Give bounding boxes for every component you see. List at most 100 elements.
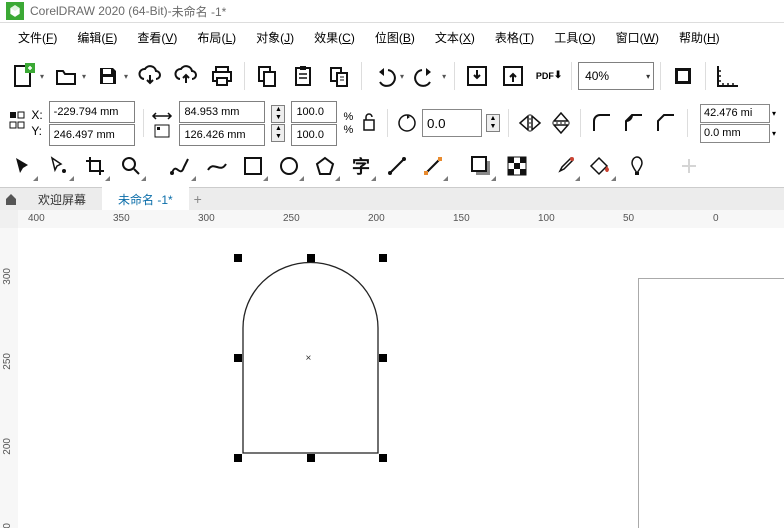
menu-table[interactable]: 表格(T) (485, 26, 544, 49)
zoom-tool[interactable] (114, 149, 148, 183)
undo-button[interactable] (368, 60, 400, 92)
document-tab[interactable]: 未命名 -1* (102, 187, 189, 211)
open-button[interactable] (50, 60, 82, 92)
handle-br[interactable] (379, 454, 387, 462)
scaley-input[interactable] (291, 124, 337, 146)
import-button[interactable] (461, 60, 493, 92)
menu-object[interactable]: 对象(J) (246, 26, 304, 49)
pick-tool[interactable] (6, 149, 40, 183)
rotation-input[interactable] (422, 109, 482, 137)
menu-tools[interactable]: 工具(O) (544, 26, 605, 49)
new-button[interactable] (8, 60, 40, 92)
corner-radius-bottom[interactable]: 0.0 mm (700, 124, 770, 143)
menu-file[interactable]: 文件(F) (8, 26, 67, 49)
selected-object[interactable]: × (238, 258, 383, 458)
copy-button[interactable] (251, 60, 283, 92)
rotation-spinner[interactable]: ▲▼ (486, 114, 500, 132)
undo-flyout[interactable]: ▾ (400, 72, 404, 81)
handle-mr[interactable] (379, 354, 387, 362)
menu-text[interactable]: 文本(X) (425, 26, 485, 49)
text-tool[interactable]: 字 (344, 149, 378, 183)
artistic-media-tool[interactable] (200, 149, 234, 183)
rectangle-tool[interactable] (236, 149, 270, 183)
handle-bl[interactable] (234, 454, 242, 462)
polygon-tool[interactable] (308, 149, 342, 183)
paste-button[interactable] (287, 60, 319, 92)
transparency-tool[interactable] (500, 149, 534, 183)
handle-tl[interactable] (234, 254, 242, 262)
menu-bar: 文件(F) 编辑(E) 查看(V) 布局(L) 对象(J) 效果(C) 位图(B… (0, 23, 784, 51)
cloud-up-button[interactable] (170, 60, 202, 92)
home-tab[interactable] (0, 188, 22, 210)
corner-scallop-button[interactable] (621, 109, 647, 137)
mirror-v-button[interactable] (549, 109, 573, 137)
ellipse-tool[interactable] (272, 149, 306, 183)
eyedropper-tool[interactable] (548, 149, 582, 183)
position-icon (8, 108, 25, 138)
property-bar: X:Y: ▲▼ ▲▼ %% ▲▼ 42.476 mi▾ 0.0 mm▾ (0, 101, 784, 145)
menu-window[interactable]: 窗口(W) (606, 26, 669, 49)
scalex-input[interactable] (291, 101, 337, 123)
handle-ml[interactable] (234, 354, 242, 362)
fill-tool[interactable] (584, 149, 618, 183)
x-label: X: (31, 108, 42, 122)
redo-button[interactable] (410, 60, 442, 92)
lock-ratio-button[interactable] (359, 111, 379, 135)
x-input[interactable] (49, 101, 135, 123)
canvas-area: 400 350 300 250 200 150 100 50 0 300 250… (0, 210, 784, 528)
fullscreen-button[interactable] (667, 60, 699, 92)
open-flyout[interactable]: ▾ (82, 72, 86, 81)
height-input[interactable] (179, 124, 265, 146)
app-logo (6, 2, 24, 20)
zoom-input[interactable]: ▾ (578, 62, 654, 90)
menu-edit[interactable]: 编辑(E) (67, 26, 127, 49)
corner-round-button[interactable] (589, 109, 615, 137)
drawing-canvas[interactable]: × (18, 228, 784, 528)
menu-layout[interactable]: 布局(L) (187, 26, 246, 49)
ruler-button[interactable] (712, 60, 744, 92)
save-flyout[interactable]: ▾ (124, 72, 128, 81)
outline-tool[interactable] (620, 149, 654, 183)
y-input[interactable] (49, 124, 135, 146)
ruler-vertical[interactable]: 300 250 200 150 (0, 228, 19, 528)
add-tool[interactable] (672, 149, 706, 183)
rotate-icon (396, 112, 418, 134)
menu-view[interactable]: 查看(V) (127, 26, 187, 49)
toolbox: 字 (0, 145, 784, 187)
mirror-h-button[interactable] (517, 109, 543, 137)
freehand-tool[interactable] (164, 149, 198, 183)
pdf-button[interactable]: PDF⬇ (533, 60, 565, 92)
menu-effect[interactable]: 效果(C) (304, 26, 365, 49)
doc-title: 未命名 -1* (172, 3, 227, 20)
save-button[interactable] (92, 60, 124, 92)
corner-radius-top[interactable]: 42.476 mi (700, 104, 770, 123)
center-marker[interactable]: × (306, 353, 312, 364)
title-bar: CorelDRAW 2020 (64-Bit) - 未命名 -1* (0, 0, 784, 23)
crop-tool[interactable] (78, 149, 112, 183)
duplicate-button[interactable] (323, 60, 355, 92)
menu-bitmap[interactable]: 位图(B) (365, 26, 425, 49)
dimension-tool[interactable] (380, 149, 414, 183)
add-tab[interactable]: + (189, 191, 207, 207)
page-boundary (638, 278, 784, 528)
redo-flyout[interactable]: ▾ (442, 72, 446, 81)
print-button[interactable] (206, 60, 238, 92)
welcome-tab[interactable]: 欢迎屏幕 (22, 188, 102, 210)
ruler-horizontal[interactable]: 400 350 300 250 200 150 100 50 0 (18, 210, 784, 229)
handle-tm[interactable] (307, 254, 315, 262)
cloud-down-button[interactable] (134, 60, 166, 92)
new-flyout[interactable]: ▾ (40, 72, 44, 81)
width-spinner[interactable]: ▲▼ (271, 105, 285, 123)
height-icon (151, 124, 173, 138)
height-spinner[interactable]: ▲▼ (271, 124, 285, 142)
connector-tool[interactable] (416, 149, 450, 183)
ruler-origin[interactable] (0, 210, 19, 229)
export-button[interactable] (497, 60, 529, 92)
corner-chamfer-button[interactable] (653, 109, 679, 137)
handle-bm[interactable] (307, 454, 315, 462)
handle-tr[interactable] (379, 254, 387, 262)
menu-help[interactable]: 帮助(H) (669, 26, 730, 49)
width-input[interactable] (179, 101, 265, 123)
dropshadow-tool[interactable] (464, 149, 498, 183)
shape-tool[interactable] (42, 149, 76, 183)
